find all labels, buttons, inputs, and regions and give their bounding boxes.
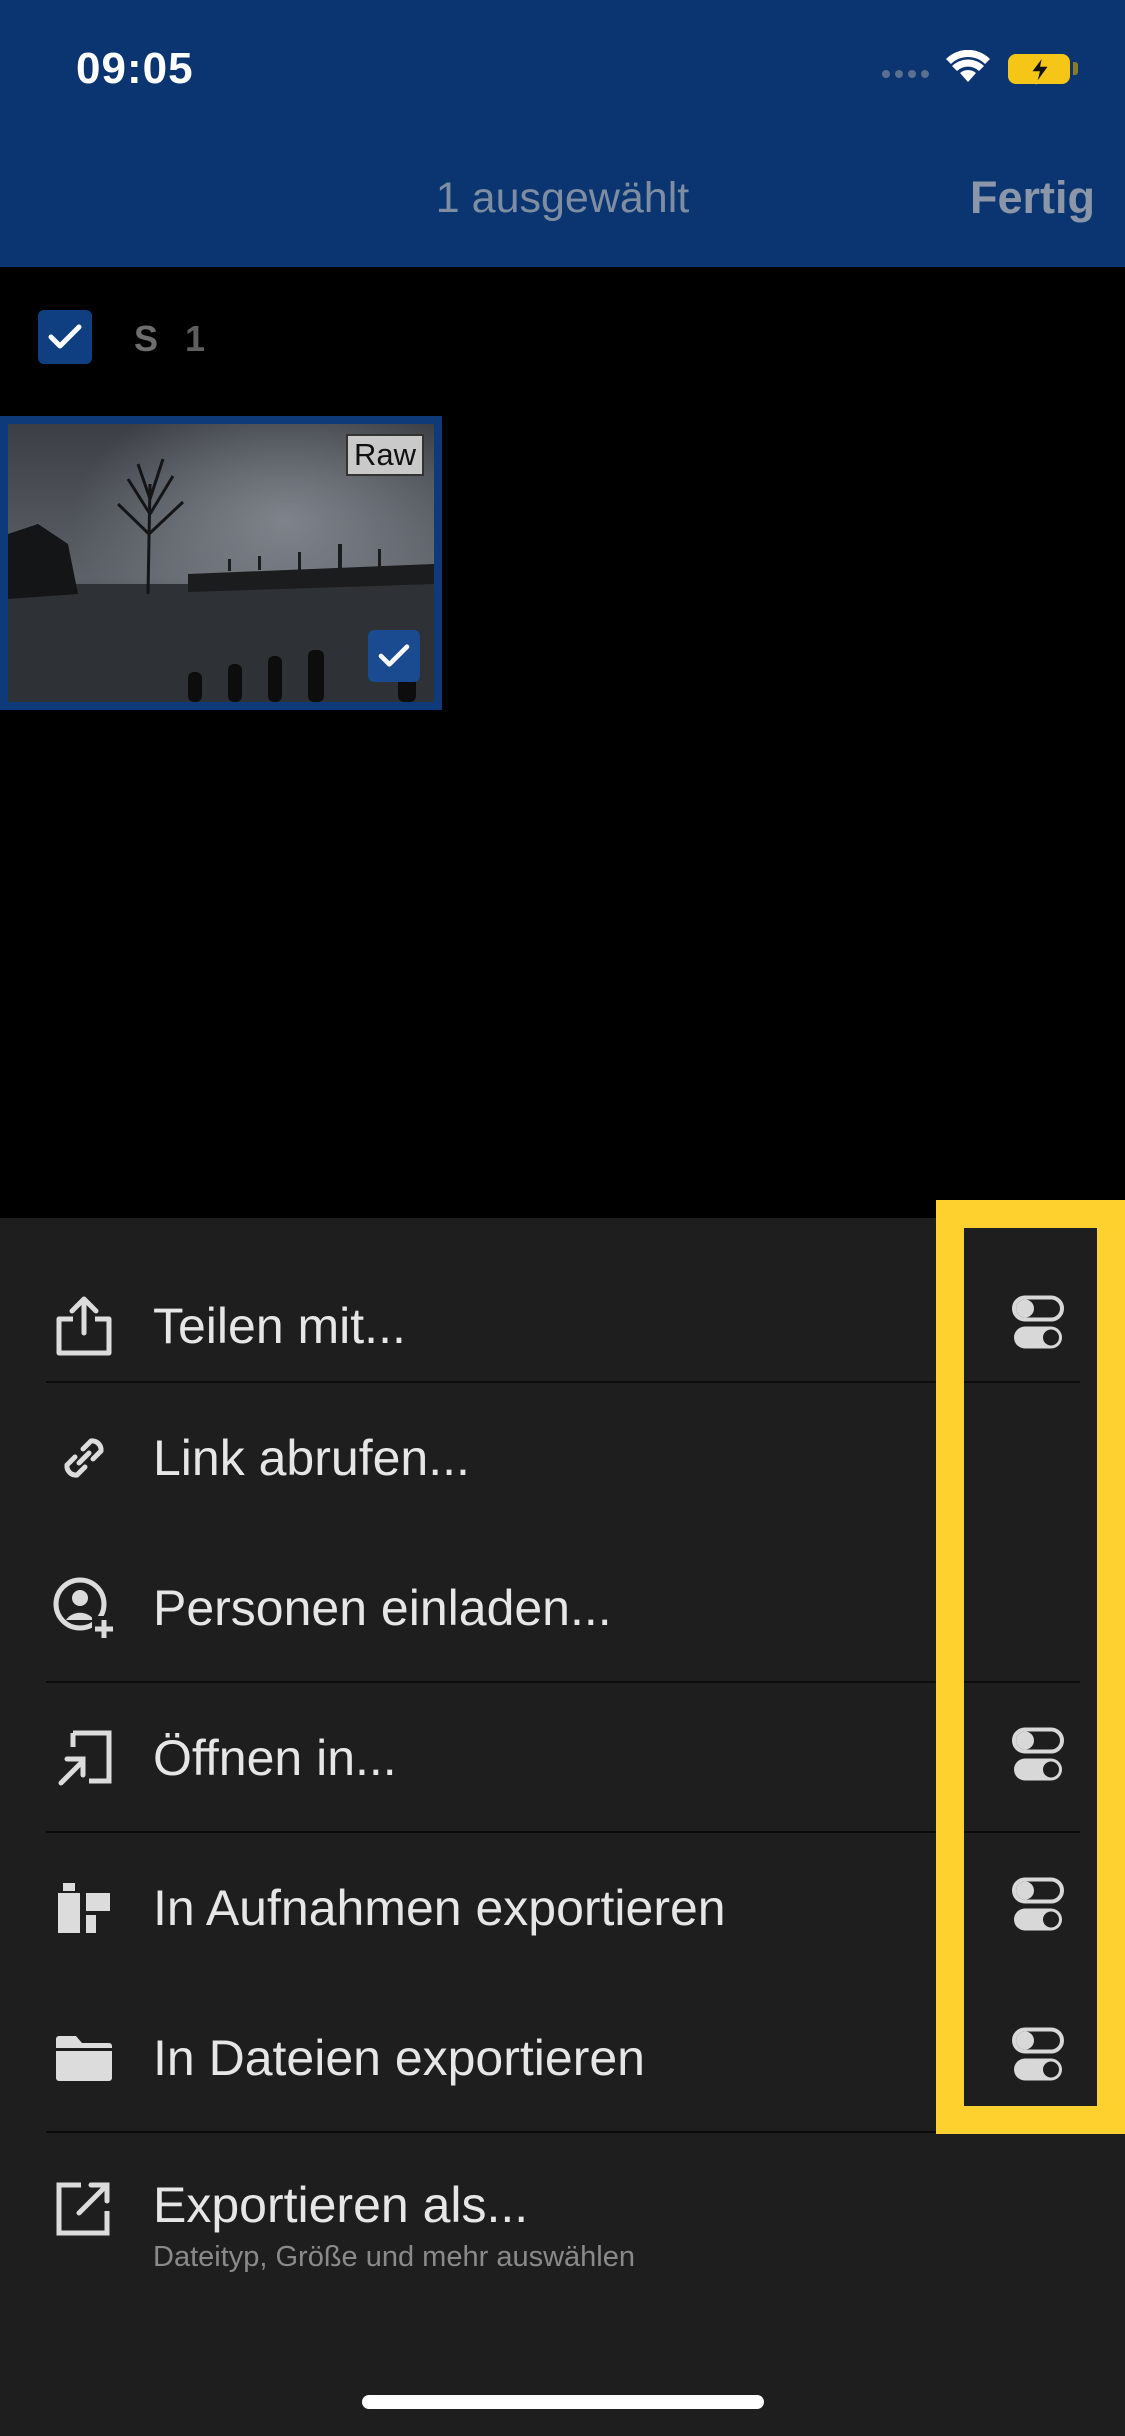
link-icon — [50, 1424, 118, 1492]
group-select-checkbox[interactable] — [38, 310, 92, 364]
status-time: 09:05 — [76, 44, 194, 93]
menu-item-label: Exportieren als... — [153, 2177, 529, 2233]
camera-roll-export-icon — [50, 1874, 118, 1942]
battery-nub — [1073, 62, 1078, 75]
battery-charging-icon — [1008, 54, 1070, 85]
menu-item-label: Link abrufen... — [153, 1430, 470, 1486]
share-icon — [50, 1292, 118, 1360]
home-indicator[interactable] — [362, 2395, 764, 2409]
header-bar: 09:05 1 ausgewählt Fertig — [0, 0, 1125, 267]
menu-item-label: Öffnen in... — [153, 1730, 397, 1786]
checkmark-icon — [378, 644, 410, 667]
wifi-icon — [946, 49, 990, 89]
photo-thumbnail[interactable]: Raw — [0, 416, 442, 710]
folder-icon — [50, 2024, 118, 2092]
checkmark-icon — [48, 324, 82, 349]
menu-item-label: In Dateien exportieren — [153, 2030, 645, 2086]
export-as-icon — [50, 2174, 118, 2242]
menu-item-label: Teilen mit... — [153, 1298, 406, 1354]
open-in-icon — [50, 1724, 118, 1792]
menu-item-export-as[interactable]: Exportieren als... Dateityp, Größe und m… — [0, 2133, 1125, 2303]
raw-badge: Raw — [345, 434, 424, 476]
selection-title: 1 ausgewählt — [435, 174, 690, 222]
done-button[interactable]: Fertig — [970, 172, 1095, 224]
highlight-frame — [936, 1200, 1125, 2134]
signal-icon — [882, 70, 929, 78]
group-label: S — [134, 318, 159, 359]
screen: 09:05 1 ausgewählt Fertig S 1 Raw Teilen… — [0, 0, 1125, 2436]
invite-person-icon — [50, 1574, 118, 1642]
group-count: 1 — [185, 318, 206, 359]
menu-item-label: Personen einladen... — [153, 1580, 612, 1636]
menu-item-label: In Aufnahmen exportieren — [153, 1880, 726, 1936]
menu-item-sublabel: Dateityp, Größe und mehr auswählen — [153, 2241, 635, 2273]
thumbnail-selected-checkbox[interactable] — [368, 630, 420, 682]
